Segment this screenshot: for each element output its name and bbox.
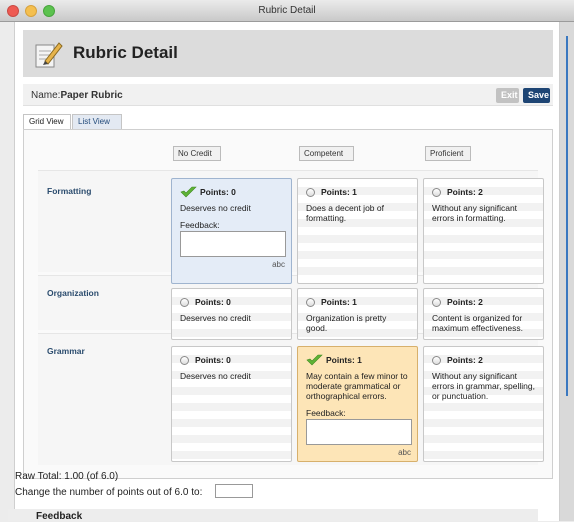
points-label: Points: 0 — [195, 355, 231, 365]
column-header-proficient: Proficient — [425, 146, 471, 161]
rubric-pencil-icon — [35, 42, 63, 68]
points-line: Points: 1 — [306, 353, 409, 367]
feedback-label: Feedback: — [180, 220, 220, 230]
rubric-cell[interactable]: Points: 2 Content is organized for maxim… — [423, 288, 544, 340]
radio-button[interactable] — [180, 297, 189, 307]
feedback-section — [8, 509, 538, 521]
save-button[interactable]: Save — [523, 88, 550, 103]
points-line: Points: 0 — [180, 353, 283, 367]
rubric-cell[interactable]: Points: 0 Deserves no credit — [171, 346, 292, 462]
points-line: Points: 1 — [306, 295, 409, 309]
spellcheck-icon[interactable]: abc — [272, 260, 285, 269]
page-title: Rubric Detail — [73, 43, 178, 62]
column-header-competent: Competent — [299, 146, 354, 161]
points-label: Points: 1 — [321, 297, 357, 307]
row-label-formatting: Formatting — [47, 186, 92, 196]
points-label: Points: 0 — [200, 187, 236, 197]
rubric-name-bar: Name:Paper Rubric Exit Save — [23, 84, 553, 106]
window-titlebar: Rubric Detail — [0, 0, 574, 22]
cell-description: Deserves no credit — [180, 203, 251, 213]
points-label: Points: 2 — [447, 187, 483, 197]
points-label: Points: 2 — [447, 355, 483, 365]
rubric-cell[interactable]: Points: 0 Deserves no credit Feedback: a… — [171, 178, 292, 284]
points-label: Points: 1 — [321, 187, 357, 197]
points-line: Points: 0 — [180, 295, 283, 309]
cell-description: May contain a few minor to moderate gram… — [306, 371, 408, 401]
cell-description: Content is organized for maximum effecti… — [432, 313, 524, 333]
row-label-organization: Organization — [47, 288, 99, 298]
rubric-name-field: Name:Paper Rubric — [31, 90, 123, 101]
radio-button[interactable] — [180, 355, 189, 365]
feedback-label: Feedback: — [306, 408, 346, 418]
feedback-textarea[interactable]: abc — [306, 419, 412, 457]
page-header: Rubric Detail — [23, 30, 553, 77]
radio-button[interactable] — [306, 297, 315, 307]
cell-description: Without any significant errors in format… — [432, 203, 518, 223]
column-header-no-credit: No Credit — [173, 146, 221, 161]
raw-total: Raw Total: 1.00 (of 6.0) — [15, 471, 119, 482]
cell-description: Without any significant errors in gramma… — [432, 371, 535, 401]
radio-button[interactable] — [432, 297, 441, 307]
points-label: Points: 2 — [447, 297, 483, 307]
cell-description: Deserves no credit — [180, 313, 251, 323]
rubric-name-label: Name: — [31, 90, 61, 101]
points-label: Points: 0 — [195, 297, 231, 307]
change-points-label: Change the number of points out of 6.0 t… — [15, 487, 203, 498]
radio-button[interactable] — [432, 355, 441, 365]
points-line: Points: 0 — [180, 185, 283, 199]
row-label-grammar: Grammar — [47, 346, 85, 356]
rubric-cell[interactable]: Points: 2 Without any significant errors… — [423, 346, 544, 462]
tab-list-view[interactable]: List View — [72, 114, 122, 129]
rubric-grid: No Credit Competent Proficient Formattin… — [23, 129, 553, 479]
cell-description: Does a decent job of formatting. — [306, 203, 384, 223]
feedback-section-title: Feedback — [36, 511, 83, 522]
points-line: Points: 1 — [306, 185, 409, 199]
rubric-cell[interactable]: Points: 0 Deserves no credit — [171, 288, 292, 340]
cell-description: Organization is pretty good. — [306, 313, 387, 333]
rubric-cell[interactable]: Points: 2 Without any significant errors… — [423, 178, 544, 284]
checkmark-icon — [306, 354, 323, 366]
background-window-edge — [566, 36, 568, 396]
rubric-page: Rubric Detail Name:Paper Rubric Exit Sav… — [14, 22, 560, 521]
checkmark-icon — [180, 186, 197, 198]
points-line: Points: 2 — [432, 185, 535, 199]
rubric-cell[interactable]: Points: 1 May contain a few minor to mod… — [297, 346, 418, 462]
tab-grid-view[interactable]: Grid View — [23, 114, 71, 129]
rubric-cell[interactable]: Points: 1 Organization is pretty good. — [297, 288, 418, 340]
points-line: Points: 2 — [432, 295, 535, 309]
feedback-textarea[interactable]: abc — [180, 231, 286, 269]
window-title: Rubric Detail — [258, 5, 316, 16]
spellcheck-icon[interactable]: abc — [398, 448, 411, 457]
cell-description: Deserves no credit — [180, 371, 251, 381]
rubric-name-value: Paper Rubric — [60, 90, 123, 101]
radio-button[interactable] — [432, 187, 441, 197]
rubric-cell[interactable]: Points: 1 Does a decent job of formattin… — [297, 178, 418, 284]
exit-button[interactable]: Exit — [496, 88, 519, 103]
points-line: Points: 2 — [432, 353, 535, 367]
points-label: Points: 1 — [326, 355, 362, 365]
change-points-input[interactable] — [215, 484, 253, 498]
radio-button[interactable] — [306, 187, 315, 197]
